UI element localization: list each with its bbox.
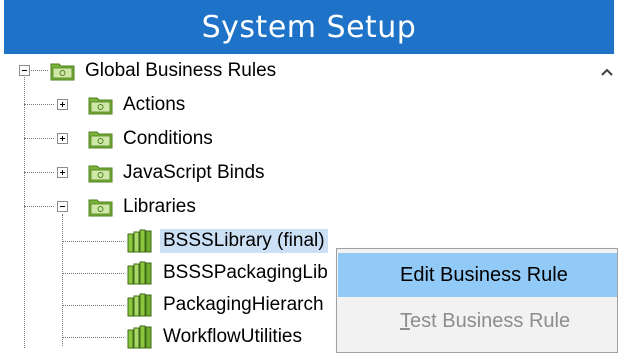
tree-node-global-business-rules[interactable]: Global Business Rules bbox=[50, 57, 279, 85]
tree-node-label: Conditions bbox=[123, 128, 213, 149]
context-menu: Edit Business Rule Test Business Rule bbox=[336, 248, 618, 353]
menu-item-label-rest: est Business Rule bbox=[410, 309, 571, 332]
tree-node-actions[interactable]: Actions bbox=[88, 91, 188, 119]
tree-node-packaginghierarch[interactable]: PackagingHierarch bbox=[126, 291, 327, 319]
tree-node-label: BSSSLibrary (final) bbox=[160, 229, 328, 253]
tree-node-label: PackagingHierarch bbox=[163, 294, 324, 315]
expand-actions[interactable] bbox=[57, 99, 68, 110]
library-icon bbox=[126, 260, 154, 286]
menu-item-label: Test Business Rule bbox=[400, 310, 570, 333]
tree-node-conditions[interactable]: Conditions bbox=[88, 125, 216, 153]
folder-icon bbox=[88, 94, 114, 116]
menu-item-mnemonic: T bbox=[400, 309, 410, 332]
tree-node-libraries[interactable]: Libraries bbox=[88, 193, 199, 221]
tree-node-bssslibrary[interactable]: BSSSLibrary (final) bbox=[126, 227, 328, 255]
expand-conditions[interactable] bbox=[57, 133, 68, 144]
tree-node-workflowutilities[interactable]: WorkflowUtilities bbox=[126, 323, 305, 351]
tree-node-label: BSSSPackagingLib bbox=[163, 262, 328, 283]
menu-item-edit-business-rule[interactable]: Edit Business Rule bbox=[338, 253, 617, 297]
library-icon bbox=[126, 228, 154, 254]
tree-node-label: Libraries bbox=[123, 196, 196, 217]
folder-icon bbox=[88, 162, 114, 184]
folder-icon bbox=[88, 196, 114, 218]
collapse-global-business-rules[interactable] bbox=[19, 65, 30, 76]
tree-node-javascript-binds[interactable]: JavaScript Binds bbox=[88, 159, 268, 187]
tree-node-label: Actions bbox=[123, 94, 186, 115]
window-title-bar: System Setup bbox=[4, 0, 614, 54]
window-title: System Setup bbox=[201, 9, 417, 45]
chevron-up-icon bbox=[600, 64, 614, 82]
expand-javascript-binds[interactable] bbox=[57, 167, 68, 178]
folder-icon bbox=[50, 60, 76, 82]
menu-item-test-business-rule[interactable]: Test Business Rule bbox=[338, 299, 617, 343]
tree-node-label: Global Business Rules bbox=[85, 60, 277, 81]
folder-icon bbox=[88, 128, 114, 150]
scroll-up-button[interactable] bbox=[600, 66, 614, 80]
menu-item-label: Edit Business Rule bbox=[400, 263, 568, 286]
tree-node-bssspackaginglib[interactable]: BSSSPackagingLib bbox=[126, 259, 331, 287]
library-icon bbox=[126, 324, 154, 350]
tree-node-label: JavaScript Binds bbox=[123, 162, 265, 183]
library-icon bbox=[126, 292, 154, 318]
collapse-libraries[interactable] bbox=[57, 201, 68, 212]
tree-node-label: WorkflowUtilities bbox=[163, 326, 303, 347]
